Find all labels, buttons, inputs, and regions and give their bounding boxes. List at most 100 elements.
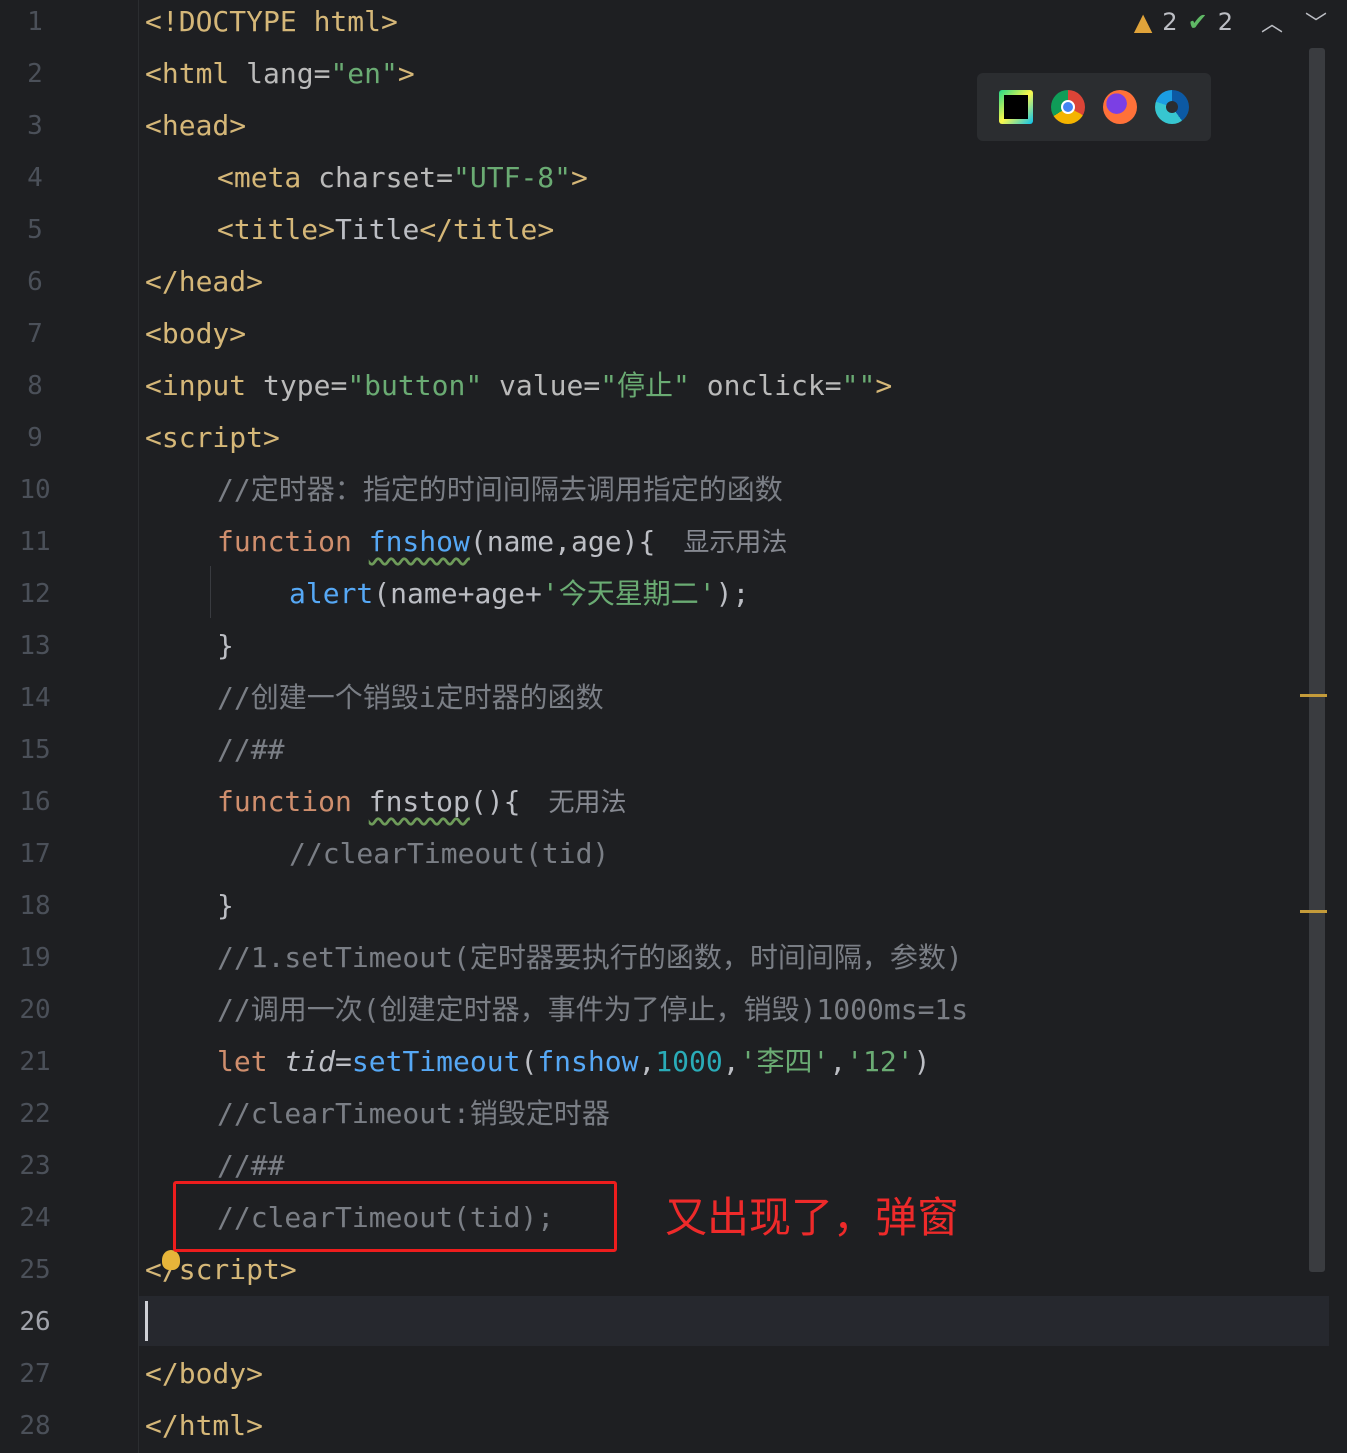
line-number: 22 (19, 1099, 51, 1129)
code-line-8[interactable]: <input type="button" value="停止" onclick=… (145, 360, 892, 412)
comment-token: //定时器：指定的时间间隔去调用指定的函数 (217, 473, 783, 506)
code-line-11[interactable]: function fnshow(name,age){ 显示用法 (217, 516, 787, 568)
line-number-gutter[interactable]: 1 2 3 4 5 6 7 8 9 10 11 12 13 14 15 16 1… (0, 0, 139, 1453)
tag-end-token: > (571, 161, 588, 194)
line-number: 19 (19, 943, 51, 973)
args-token: ); (715, 577, 750, 610)
pycharm-icon[interactable] (999, 90, 1033, 124)
equals-token: = (583, 369, 601, 402)
code-line-12[interactable]: alert(name+age+'今天星期二'); (289, 568, 749, 620)
code-line-28[interactable]: </html> (145, 1400, 263, 1452)
attr-token: type (246, 369, 331, 402)
line-number: 14 (19, 683, 51, 713)
comment-token: //clearTimeout(tid) (289, 837, 610, 870)
code-line-9[interactable]: <script> (145, 412, 280, 464)
paren-token: ) (913, 1045, 931, 1078)
equals-token: = (313, 57, 331, 90)
comma-token: , (829, 1045, 847, 1078)
equals-token: = (436, 161, 454, 194)
line-number: 11 (19, 527, 51, 557)
line-number: 2 (27, 59, 43, 89)
keyword-token: function (217, 785, 369, 818)
code-line-13[interactable]: } (217, 620, 234, 672)
current-line-highlight (0, 1296, 1329, 1346)
code-line-27[interactable]: </body> (145, 1348, 263, 1400)
firefox-icon[interactable] (1103, 90, 1137, 124)
annotation-text: 又出现了，弹窗 (665, 1193, 960, 1242)
code-line-20[interactable]: //调用一次(创建定时器，事件为了停止，销毁)1000ms=1s (217, 984, 968, 1036)
tag-end-token: > (875, 369, 893, 402)
tag-token: <meta (217, 161, 302, 194)
line-number: 21 (19, 1047, 51, 1077)
vertical-scrollbar[interactable] (1309, 48, 1325, 1272)
code-line-19[interactable]: //1.setTimeout(定时器要执行的函数，时间间隔，参数) (217, 932, 963, 984)
line-number-current: 26 (19, 1307, 51, 1337)
line-number: 23 (19, 1151, 51, 1181)
line-number: 8 (27, 371, 43, 401)
warning-icon[interactable]: ▲ (1134, 8, 1152, 36)
chevron-down-icon[interactable]: ﹀ (1305, 6, 1327, 38)
edge-icon[interactable] (1155, 90, 1189, 124)
code-line-5[interactable]: <title>Title</title> (217, 204, 554, 256)
equals-token: = (330, 369, 348, 402)
string-token: "en" (330, 57, 398, 90)
usage-hint[interactable]: 无用法 (548, 788, 626, 818)
code-line-21[interactable]: let tid=setTimeout(fnshow,1000,'李四','12'… (217, 1036, 931, 1088)
warning-count[interactable]: 2 (1162, 8, 1177, 36)
tag-token: < (145, 1253, 162, 1286)
tag-token: /script> (161, 1253, 297, 1286)
check-count[interactable]: 2 (1218, 8, 1233, 36)
code-line-1[interactable]: <!DOCTYPE html> (145, 0, 398, 48)
code-line-2[interactable]: <html lang="en"> (145, 48, 415, 100)
comma-token: , (722, 1045, 740, 1078)
code-line-3[interactable]: <head> (145, 100, 246, 152)
line-number: 17 (19, 839, 51, 869)
line-number: 1 (27, 7, 43, 37)
tag-token: </head> (145, 265, 264, 298)
tag-token: </html> (145, 1409, 264, 1442)
keyword-token: let (217, 1045, 285, 1078)
line-number: 4 (27, 163, 43, 193)
comment-token: //## (217, 1149, 285, 1182)
string-token: "停止" (600, 369, 690, 402)
function-name-token: fnshow (368, 525, 470, 558)
code-line-17[interactable]: //clearTimeout(tid) (289, 828, 609, 880)
code-line-22[interactable]: //clearTimeout:销毁定时器 (217, 1088, 610, 1140)
code-line-6[interactable]: </head> (145, 256, 263, 308)
check-icon[interactable]: ✔ (1188, 8, 1208, 36)
string-token: '12' (846, 1045, 914, 1078)
keyword-token: function (217, 525, 369, 558)
line-number: 16 (19, 787, 51, 817)
attr-token: value (482, 369, 584, 402)
tag-token: </title> (419, 213, 555, 246)
tag-token: <input (145, 369, 247, 402)
args-token: (name+age+ (373, 577, 542, 610)
tag-token: <body> (145, 317, 247, 350)
line-number: 15 (19, 735, 51, 765)
comment-token: //1.setTimeout(定时器要执行的函数，时间间隔，参数) (217, 941, 963, 974)
chevron-up-icon[interactable]: ︿ (1261, 6, 1283, 38)
code-line-7[interactable]: <body> (145, 308, 246, 360)
brace-token: } (217, 629, 234, 662)
inspection-widget[interactable]: ▲ 2 ✔ 2 ︿ ﹀ (1134, 6, 1327, 38)
line-number: 25 (19, 1255, 51, 1285)
params-token: (){ (469, 785, 521, 818)
annotation-highlight-box (173, 1181, 617, 1252)
usage-hint[interactable]: 显示用法 (683, 528, 787, 558)
chrome-icon[interactable] (1051, 90, 1085, 124)
code-line-10[interactable]: //定时器：指定的时间间隔去调用指定的函数 (217, 464, 783, 516)
tag-token: <title> (217, 213, 336, 246)
lightbulb-icon[interactable] (162, 1250, 180, 1270)
warning-marker[interactable] (1300, 910, 1327, 913)
function-name-token: fnstop (368, 785, 470, 818)
comment-token: //调用一次(创建定时器，事件为了停止，销毁)1000ms=1s (217, 993, 969, 1026)
string-token: "button" (347, 369, 483, 402)
code-line-16[interactable]: function fnstop(){ 无用法 (217, 776, 626, 828)
params-token: (name,age){ (469, 525, 656, 558)
variable-token: tid (284, 1045, 336, 1078)
code-line-4[interactable]: <meta charset="UTF-8"> (217, 152, 588, 204)
code-line-14[interactable]: //创建一个销毁i定时器的函数 (217, 672, 604, 724)
code-line-15[interactable]: //## (217, 724, 284, 776)
warning-marker[interactable] (1300, 694, 1327, 697)
code-line-18[interactable]: } (217, 880, 234, 932)
